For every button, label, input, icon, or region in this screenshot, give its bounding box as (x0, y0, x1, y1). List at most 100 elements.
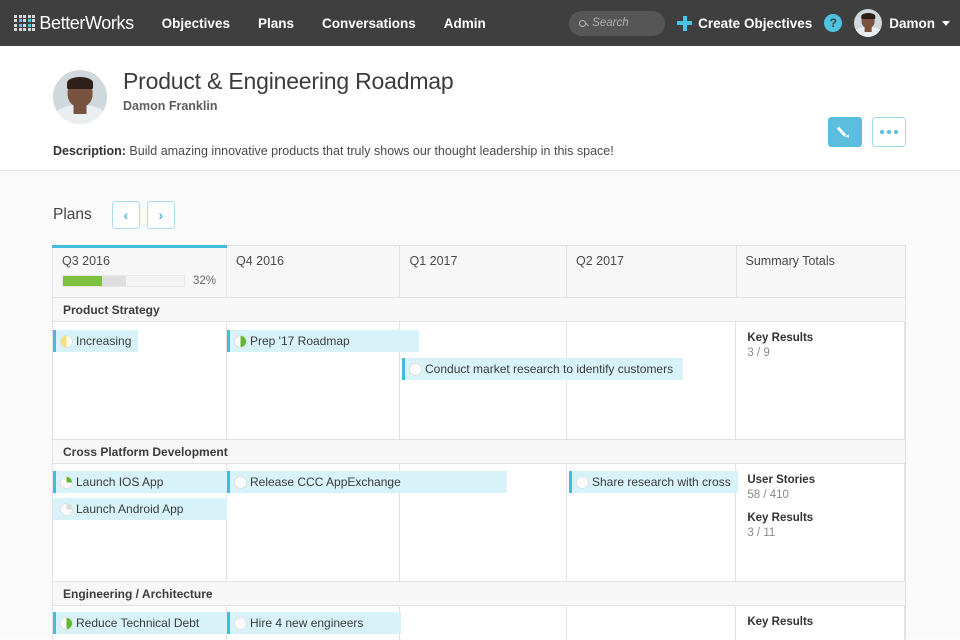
more-options-button[interactable] (872, 117, 906, 147)
section-header-row[interactable]: Product Strategy (53, 297, 905, 322)
summary-block: User Stories 58 / 410 (747, 474, 893, 501)
section-lane: User Stories 58 / 410 Key Results 3 / 11 Lau… (53, 464, 905, 581)
section-header-row[interactable]: Engineering / Architecture (53, 581, 905, 606)
progress-pie-icon (60, 617, 73, 630)
progress-percent-label: 32% (193, 275, 216, 287)
objective-bar[interactable]: Prep '17 Roadmap (227, 330, 419, 352)
column-header-3[interactable]: Q1 2017 (400, 246, 567, 297)
create-objectives-label: Create Objectives (698, 16, 812, 31)
objective-bar[interactable]: Reduce Technical Debt (53, 612, 227, 634)
summary-column: User Stories 58 / 410 Key Results 3 / 11 (736, 464, 905, 581)
search-placeholder: Search (592, 17, 628, 29)
column-header-title: Summary Totals (746, 254, 896, 268)
plans-body: Plans ‹ › Q3 201632% Q4 2016 Q1 2017 Q2 201… (0, 171, 960, 639)
plan-nav-buttons: ‹ › (112, 201, 175, 229)
column-header-2[interactable]: Q4 2016 (227, 246, 400, 297)
column-progress: 32% (62, 275, 216, 287)
chevron-down-icon (942, 21, 950, 26)
progress-pie-icon (60, 335, 73, 348)
objective-bar[interactable]: Increasing (53, 330, 138, 352)
description-text: Build amazing innovative products that t… (129, 144, 613, 158)
nav-right-cluster: Search Create Objectives ? Damon (569, 0, 950, 46)
objective-bar-label: Hire 4 new engineers (250, 616, 363, 630)
user-menu[interactable]: Damon (854, 9, 950, 37)
objective-bar[interactable]: Launch IOS App (53, 471, 227, 493)
owner-avatar (53, 70, 107, 124)
summary-value: 3 / 11 (747, 527, 893, 539)
column-header-title: Q1 2017 (409, 254, 556, 268)
column-header-1[interactable]: Q3 201632% (53, 246, 227, 297)
progress-fill-green (63, 276, 102, 286)
nav-item-plans[interactable]: Plans (258, 16, 294, 31)
nav-item-admin[interactable]: Admin (444, 16, 486, 31)
objective-bar[interactable]: Hire 4 new engineers (227, 612, 401, 634)
plus-icon (677, 16, 692, 31)
objective-bar[interactable]: Share research with cross (569, 471, 738, 493)
grid-header-row: Q3 201632% Q4 2016 Q1 2017 Q2 2017 Summary T… (53, 246, 905, 297)
progress-pie-icon (234, 335, 247, 348)
page-header: Product & Engineering Roadmap Damon Fran… (0, 46, 960, 171)
plans-grid: Q3 201632% Q4 2016 Q1 2017 Q2 2017 Summary T… (52, 245, 906, 640)
search-input[interactable]: Search (569, 11, 665, 36)
objective-bars-layer: Launch IOS App Release CCC AppExchange Sha… (53, 464, 738, 581)
progress-pie-icon (60, 476, 73, 489)
description-label: Description: (53, 144, 126, 158)
objective-bar[interactable]: Conduct market research to identify cust… (402, 358, 683, 380)
column-header-4[interactable]: Q2 2017 (567, 246, 737, 297)
section-name: Product Strategy (63, 303, 160, 317)
column-header-title: Q2 2017 (576, 254, 726, 268)
summary-block: Key Results 3 / 11 (747, 512, 893, 539)
header-actions (828, 117, 906, 147)
objective-bar[interactable]: Launch Android App (53, 498, 227, 520)
objective-bar-label: Prep '17 Roadmap (250, 334, 350, 348)
progress-fill-expected (102, 276, 126, 286)
objective-bar[interactable]: Release CCC AppExchange (227, 471, 507, 493)
help-circle-icon[interactable]: ? (824, 14, 842, 32)
progress-pie-icon (409, 363, 422, 376)
brand-logo-text: BetterWorks (39, 13, 133, 34)
avatar (854, 9, 882, 37)
nav-item-objectives[interactable]: Objectives (162, 16, 230, 31)
progress-pie-icon (60, 503, 73, 516)
objective-bar-label: Reduce Technical Debt (76, 616, 199, 630)
objective-bar-label: Launch IOS App (76, 475, 163, 489)
page-owner: Damon Franklin (123, 99, 453, 113)
page-description: Description: Build amazing innovative pr… (0, 144, 960, 158)
section-name: Cross Platform Development (63, 445, 228, 459)
create-objectives-button[interactable]: Create Objectives (677, 16, 812, 31)
summary-label: User Stories (747, 474, 893, 486)
column-header-5[interactable]: Summary Totals (737, 246, 906, 297)
summary-block: Key Results (747, 616, 893, 628)
section-lane: Key Results3 / 9 Increasing Prep '17 Roadm… (53, 322, 905, 439)
main-menu: Objectives Plans Conversations Admin (162, 16, 486, 31)
objective-bar-label: Launch Android App (76, 502, 183, 516)
edit-button[interactable] (828, 117, 862, 147)
ellipsis-icon (880, 130, 898, 134)
summary-column: Key Results (736, 606, 905, 640)
column-header-title: Q4 2016 (236, 254, 389, 268)
brand-logo[interactable]: BetterWorks (14, 13, 134, 34)
summary-block: Key Results3 / 9 (747, 332, 893, 359)
plans-toolbar: Plans ‹ › (0, 171, 960, 245)
grid-dots-logo-icon (14, 15, 35, 32)
summary-column: Key Results3 / 9 (736, 322, 905, 439)
search-icon (579, 20, 586, 27)
section-header-row[interactable]: Cross Platform Development (53, 439, 905, 464)
summary-label: Key Results (747, 332, 893, 344)
section-lane: Key Results Reduce Technical Debt Hire 4 n… (53, 606, 905, 640)
progress-pie-icon (234, 617, 247, 630)
prev-period-button[interactable]: ‹ (112, 201, 140, 229)
objective-bars-layer: Reduce Technical Debt Hire 4 new engineer… (53, 606, 738, 640)
summary-value: 58 / 410 (747, 489, 893, 501)
top-navigation-bar: BetterWorks Objectives Plans Conversatio… (0, 0, 960, 46)
nav-item-conversations[interactable]: Conversations (322, 16, 416, 31)
next-period-button[interactable]: › (147, 201, 175, 229)
section-name: Engineering / Architecture (63, 587, 213, 601)
summary-label: Key Results (747, 512, 893, 524)
progress-pie-icon (576, 476, 589, 489)
pencil-icon (838, 125, 852, 139)
progress-pie-icon (234, 476, 247, 489)
page-title: Product & Engineering Roadmap (123, 68, 453, 94)
user-name-label: Damon (889, 16, 935, 31)
title-row: Product & Engineering Roadmap Damon Fran… (0, 68, 960, 124)
